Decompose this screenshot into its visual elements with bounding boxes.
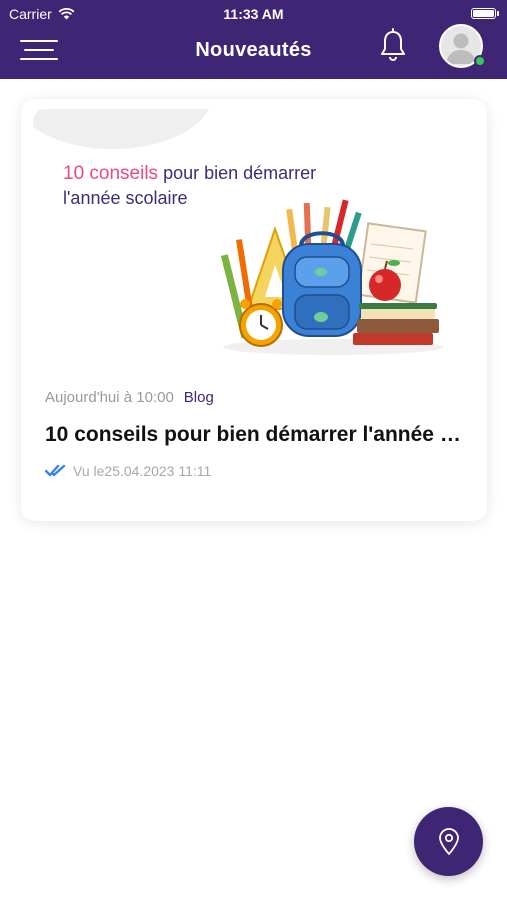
app-header: Carrier 11:33 AM Nouveautés (0, 0, 507, 79)
image-caption-line2: l'année scolaire (63, 188, 188, 208)
seen-status: Vu le25.04.2023 11:11 (45, 463, 211, 479)
news-card[interactable]: 10 conseils pour bien démarrer l'année s… (21, 99, 487, 521)
school-supplies-illustration (220, 199, 443, 355)
online-status-dot (474, 55, 486, 67)
location-pin-icon (438, 827, 459, 855)
battery-icon (471, 8, 499, 19)
status-bar: Carrier 11:33 AM (0, 0, 507, 28)
post-meta: Aujourd'hui à 10:00 Blog (45, 389, 214, 406)
nav-bar: Nouveautés (0, 24, 507, 79)
page-title: Nouveautés (195, 39, 312, 61)
image-caption-highlight: 10 conseils (63, 163, 159, 184)
post-date: Aujourd'hui à 10:00 (45, 389, 174, 406)
bell-icon[interactable] (377, 28, 409, 64)
seen-text: Vu le25.04.2023 11:11 (73, 463, 212, 479)
image-decoration (33, 109, 213, 149)
location-button[interactable] (414, 807, 483, 876)
post-category[interactable]: Blog (184, 389, 214, 406)
post-image[interactable]: 10 conseils pour bien démarrer l'année s… (33, 109, 475, 363)
status-time: 11:33 AM (223, 6, 284, 22)
battery-fill (473, 10, 494, 17)
double-check-icon (45, 464, 66, 477)
image-caption-line1: pour bien démarrer (158, 163, 317, 183)
post-title[interactable]: 10 conseils pour bien démarrer l'année s… (45, 423, 465, 447)
